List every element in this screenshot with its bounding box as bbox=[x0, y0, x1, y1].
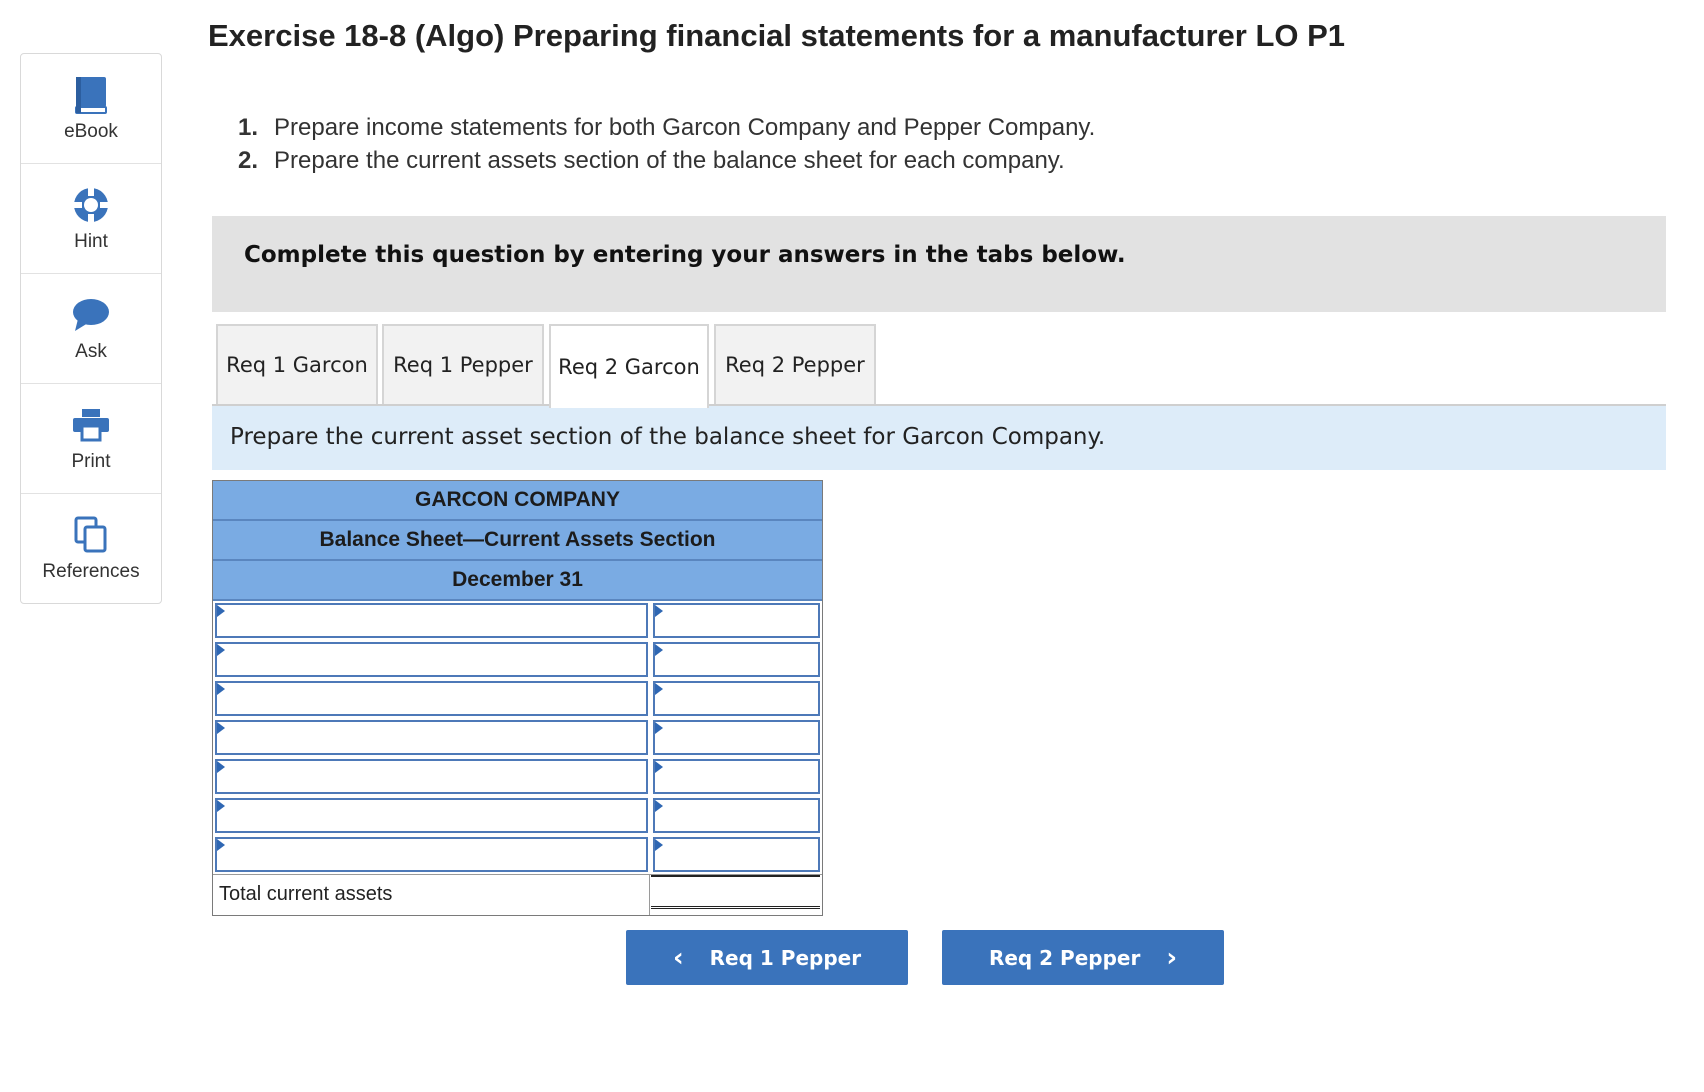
page-title: Exercise 18-8 (Algo) Preparing financial… bbox=[208, 18, 1346, 53]
sidebar-item-label: eBook bbox=[64, 120, 118, 142]
table-row bbox=[213, 601, 822, 640]
account-input[interactable] bbox=[217, 839, 646, 870]
sidebar-item-ebook[interactable]: eBook bbox=[21, 54, 161, 164]
dropdown-indicator-icon bbox=[655, 839, 663, 851]
amount-input[interactable] bbox=[655, 605, 818, 636]
amount-input[interactable] bbox=[655, 761, 818, 792]
next-req-label: Req 2 Pepper bbox=[988, 945, 1141, 970]
account-dropdown[interactable] bbox=[215, 603, 648, 638]
sidebar: eBook Hint Ask Print References bbox=[20, 53, 162, 604]
dropdown-indicator-icon bbox=[217, 605, 225, 617]
instruction-text: Prepare income statements for both Garco… bbox=[274, 114, 1096, 141]
account-dropdown[interactable] bbox=[215, 759, 648, 794]
chevron-right-icon: › bbox=[1166, 942, 1178, 973]
amount-cell[interactable] bbox=[653, 759, 820, 794]
amount-input[interactable] bbox=[655, 722, 818, 753]
book-icon bbox=[71, 75, 111, 115]
dropdown-indicator-icon bbox=[655, 761, 663, 773]
amount-cell[interactable] bbox=[653, 681, 820, 716]
sidebar-item-label: References bbox=[42, 560, 140, 582]
balance-sheet-table: GARCON COMPANY Balance Sheet—Current Ass… bbox=[212, 480, 823, 916]
amount-cell[interactable] bbox=[653, 603, 820, 638]
tab-req2-garcon[interactable]: Req 2 Garcon bbox=[549, 324, 709, 408]
sidebar-item-label: Print bbox=[71, 450, 111, 472]
table-row bbox=[213, 718, 822, 757]
chevron-left-icon: ‹ bbox=[672, 942, 684, 973]
lifebuoy-icon bbox=[71, 185, 111, 225]
prev-req-button[interactable]: ‹ Req 1 Pepper bbox=[626, 930, 908, 985]
amount-cell[interactable] bbox=[653, 642, 820, 677]
instruction-item: 1. Prepare income statements for both Gar… bbox=[238, 111, 1096, 144]
account-input[interactable] bbox=[217, 800, 646, 831]
dropdown-indicator-icon bbox=[655, 644, 663, 656]
account-input[interactable] bbox=[217, 722, 646, 753]
prev-req-label: Req 1 Pepper bbox=[709, 945, 862, 970]
dropdown-indicator-icon bbox=[217, 683, 225, 695]
dropdown-indicator-icon bbox=[655, 605, 663, 617]
dropdown-indicator-icon bbox=[655, 683, 663, 695]
amount-cell[interactable] bbox=[653, 798, 820, 833]
instructions-list: 1. Prepare income statements for both Gar… bbox=[238, 111, 1096, 177]
dropdown-indicator-icon bbox=[217, 722, 225, 734]
instruction-item: 2. Prepare the current assets section of … bbox=[238, 144, 1095, 177]
amount-cell[interactable] bbox=[653, 720, 820, 755]
sidebar-item-hint[interactable]: Hint bbox=[21, 164, 161, 274]
column-divider bbox=[649, 875, 650, 915]
account-dropdown[interactable] bbox=[215, 720, 648, 755]
tab-req1-pepper[interactable]: Req 1 Pepper bbox=[382, 324, 544, 404]
instruction-number: 2. bbox=[238, 147, 259, 174]
sidebar-item-print[interactable]: Print bbox=[21, 384, 161, 494]
total-row: Total current assets bbox=[213, 874, 822, 915]
instructions-banner: Complete this question by entering your … bbox=[212, 216, 1666, 312]
table-row bbox=[213, 679, 822, 718]
account-dropdown[interactable] bbox=[215, 837, 648, 872]
amount-cell[interactable] bbox=[653, 837, 820, 872]
instruction-number: 1. bbox=[238, 114, 259, 141]
amount-input[interactable] bbox=[655, 683, 818, 714]
question-prompt: Prepare the current asset section of the… bbox=[212, 406, 1666, 470]
instruction-text: Prepare the current assets section of th… bbox=[274, 147, 1065, 174]
total-current-assets-value bbox=[651, 875, 820, 909]
sidebar-item-references[interactable]: References bbox=[21, 494, 161, 603]
amount-input[interactable] bbox=[655, 644, 818, 675]
table-row bbox=[213, 796, 822, 835]
sidebar-item-ask[interactable]: Ask bbox=[21, 274, 161, 384]
account-input[interactable] bbox=[217, 761, 646, 792]
dropdown-indicator-icon bbox=[655, 800, 663, 812]
statement-title-header: Balance Sheet—Current Assets Section bbox=[213, 521, 822, 561]
sidebar-item-label: Ask bbox=[75, 340, 107, 362]
dropdown-indicator-icon bbox=[217, 800, 225, 812]
prompt-text: Prepare the current asset section of the… bbox=[230, 424, 1106, 450]
table-row bbox=[213, 835, 822, 874]
dropdown-indicator-icon bbox=[217, 761, 225, 773]
banner-text: Complete this question by entering your … bbox=[244, 242, 1126, 268]
table-row bbox=[213, 757, 822, 796]
company-name-header: GARCON COMPANY bbox=[213, 481, 822, 521]
sidebar-item-label: Hint bbox=[74, 230, 108, 252]
next-req-button[interactable]: Req 2 Pepper › bbox=[942, 930, 1224, 985]
account-dropdown[interactable] bbox=[215, 681, 648, 716]
amount-input[interactable] bbox=[655, 839, 818, 870]
total-current-assets-label: Total current assets bbox=[219, 883, 393, 905]
dropdown-indicator-icon bbox=[655, 722, 663, 734]
account-input[interactable] bbox=[217, 644, 646, 675]
amount-input[interactable] bbox=[655, 800, 818, 831]
account-input[interactable] bbox=[217, 605, 646, 636]
table-row bbox=[213, 640, 822, 679]
account-input[interactable] bbox=[217, 683, 646, 714]
tab-req1-garcon[interactable]: Req 1 Garcon bbox=[216, 324, 378, 404]
copy-documents-icon bbox=[71, 515, 111, 555]
statement-date-header: December 31 bbox=[213, 561, 822, 601]
account-dropdown[interactable] bbox=[215, 798, 648, 833]
speech-bubble-icon bbox=[71, 295, 111, 335]
dropdown-indicator-icon bbox=[217, 644, 225, 656]
dropdown-indicator-icon bbox=[217, 839, 225, 851]
tab-req2-pepper[interactable]: Req 2 Pepper bbox=[714, 324, 876, 404]
printer-icon bbox=[71, 405, 111, 445]
account-dropdown[interactable] bbox=[215, 642, 648, 677]
